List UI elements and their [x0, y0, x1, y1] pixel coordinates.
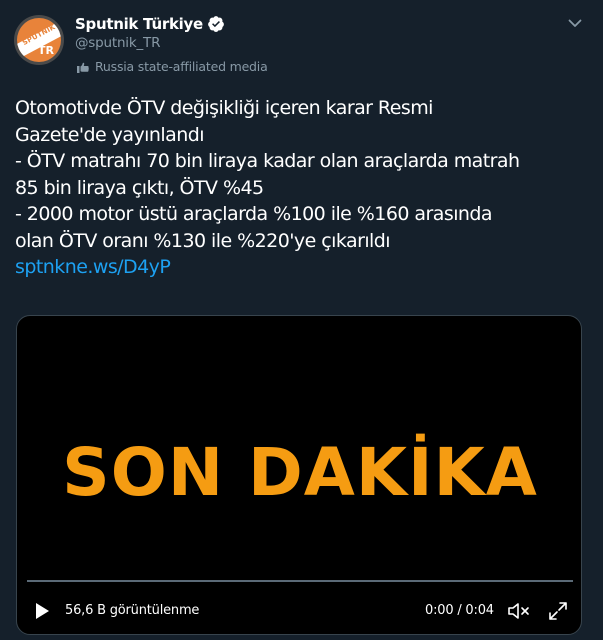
verified-badge-icon [207, 16, 224, 32]
video-time: 0:00 / 0:04 [425, 603, 494, 618]
tweet-line: Otomotivde ÖTV değişikliği içeren karar … [15, 97, 433, 119]
tweet-line: - 2000 motor üstü araçlarda %100 ile %16… [15, 203, 493, 225]
avatar[interactable]: SPUTNIK TR [14, 15, 64, 65]
play-icon[interactable] [32, 601, 52, 621]
tweet-text: Otomotivde ÖTV değişikliği içeren karar … [15, 95, 590, 281]
affiliation-text: Russia state-affiliated media [95, 59, 268, 74]
video-player[interactable]: SON DAKİKA 56,6 B görüntülenme 0:00 / 0:… [16, 315, 582, 635]
tweet-line: - ÖTV matrahı 70 bin liraya kadar olan a… [15, 150, 520, 172]
view-count: 56,6 B görüntülenme [65, 603, 200, 618]
video-controls: 56,6 B görüntülenme 0:00 / 0:04 [17, 596, 581, 626]
author-handle[interactable]: @sputnik_TR [75, 35, 160, 51]
chevron-down-icon[interactable] [565, 13, 585, 33]
tweet-line: 85 bin liraya çıktı, ÖTV %45 [15, 176, 264, 199]
avatar-badge: TR [38, 44, 54, 57]
tweet-card[interactable]: SPUTNIK TR Sputnik Türkiye @sputnik_TR R… [0, 0, 603, 640]
sputnik-logo: SPUTNIK TR [17, 18, 61, 62]
hand-flag-icon [77, 62, 89, 73]
tweet-link[interactable]: sptnkne.ws/D4yP [15, 254, 590, 281]
video-headline: SON DAKİKA [62, 434, 538, 511]
author-name-row[interactable]: Sputnik Türkiye [75, 13, 225, 35]
video-progress-bar[interactable] [27, 580, 573, 582]
author-display-name[interactable]: Sputnik Türkiye [75, 15, 203, 33]
tweet-line: olan ÖTV oranı %130 ile %220'ye çıkarıld… [15, 229, 391, 252]
state-media-label[interactable]: Russia state-affiliated media [75, 59, 268, 74]
tweet-line: Gazete'de yayınlandı [15, 123, 204, 146]
fullscreen-icon[interactable] [547, 600, 569, 622]
speaker-muted-icon[interactable] [507, 600, 531, 622]
